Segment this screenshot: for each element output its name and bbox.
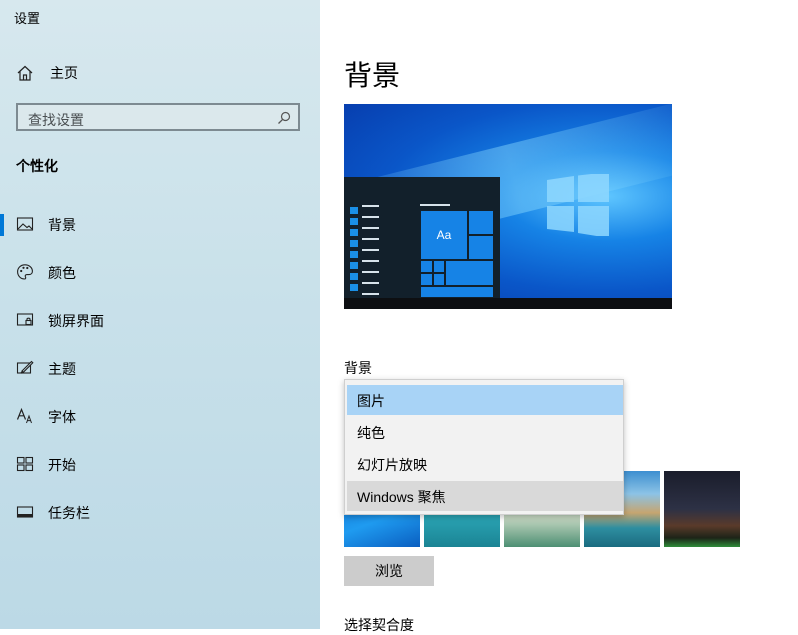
sidebar-item-taskbar[interactable]: 任务栏 [0, 492, 320, 532]
sidebar-item-fonts[interactable]: 字体 [0, 396, 320, 436]
search-placeholder: 查找设置 [28, 112, 84, 128]
picture-thumbnail[interactable] [664, 471, 740, 547]
sidebar-item-themes[interactable]: 主题 [0, 348, 320, 388]
search-input[interactable]: 查找设置 [16, 103, 300, 131]
start-menu-preview: Aa [344, 177, 500, 298]
tile [468, 235, 494, 260]
selection-indicator [0, 214, 4, 236]
picture-icon [16, 217, 34, 231]
sidebar-item-label: 背景 [48, 217, 76, 233]
app-list-lines [362, 205, 379, 304]
tile [468, 210, 494, 235]
sidebar-item-label: 开始 [48, 457, 76, 473]
start-rail [350, 207, 358, 295]
home-nav-item[interactable]: 主页 [16, 62, 78, 84]
start-grid-icon [16, 456, 34, 472]
choose-fit-label: 选择契合度 [344, 617, 414, 633]
home-icon [17, 65, 33, 81]
dropdown-option-windows-spotlight[interactable]: Windows 聚焦 [347, 481, 623, 511]
browse-button[interactable]: 浏览 [344, 556, 434, 586]
sidebar: 设置 主页 查找设置 个性化 背景 颜色 锁屏界面 主题 字体 开始 任务栏 [0, 0, 320, 629]
dropdown-option-solid-color[interactable]: 纯色 [347, 417, 623, 447]
tile [420, 260, 433, 273]
home-label: 主页 [50, 65, 78, 81]
background-type-label: 背景 [344, 360, 372, 376]
tile [445, 260, 494, 286]
sample-tile: Aa [420, 210, 468, 260]
background-type-dropdown[interactable]: 图片 纯色 幻灯片放映 Windows 聚焦 [344, 379, 624, 515]
search-icon[interactable] [277, 111, 291, 125]
tile [433, 260, 445, 273]
sidebar-item-label: 颜色 [48, 265, 76, 281]
main-content: 背景 Aa 背景 浏览 选择契合度 [320, 0, 798, 633]
section-title: 个性化 [16, 158, 58, 174]
tile [420, 286, 494, 298]
page-title: 背景 [344, 60, 401, 91]
tile [433, 273, 445, 286]
lock-screen-icon [16, 313, 34, 326]
sidebar-item-label: 锁屏界面 [48, 313, 104, 329]
sidebar-item-background[interactable]: 背景 [0, 204, 320, 244]
sidebar-item-label: 字体 [48, 409, 76, 425]
desktop-preview: Aa [344, 104, 672, 309]
tile [420, 273, 433, 286]
font-icon [16, 407, 32, 424]
sidebar-item-lock-screen[interactable]: 锁屏界面 [0, 300, 320, 340]
taskbar-preview [344, 298, 672, 309]
sidebar-item-label: 主题 [48, 361, 76, 377]
sidebar-item-label: 任务栏 [48, 505, 90, 521]
windows-logo-icon [547, 174, 609, 236]
window-title: 设置 [14, 11, 41, 26]
dropdown-option-picture[interactable]: 图片 [347, 385, 623, 415]
taskbar-icon [16, 506, 34, 518]
sidebar-item-start[interactable]: 开始 [0, 444, 320, 484]
tile-header-line [420, 204, 450, 206]
sidebar-item-colors[interactable]: 颜色 [0, 252, 320, 292]
dropdown-option-slideshow[interactable]: 幻灯片放映 [347, 449, 623, 479]
theme-brush-icon [16, 360, 34, 374]
palette-icon [17, 264, 33, 280]
